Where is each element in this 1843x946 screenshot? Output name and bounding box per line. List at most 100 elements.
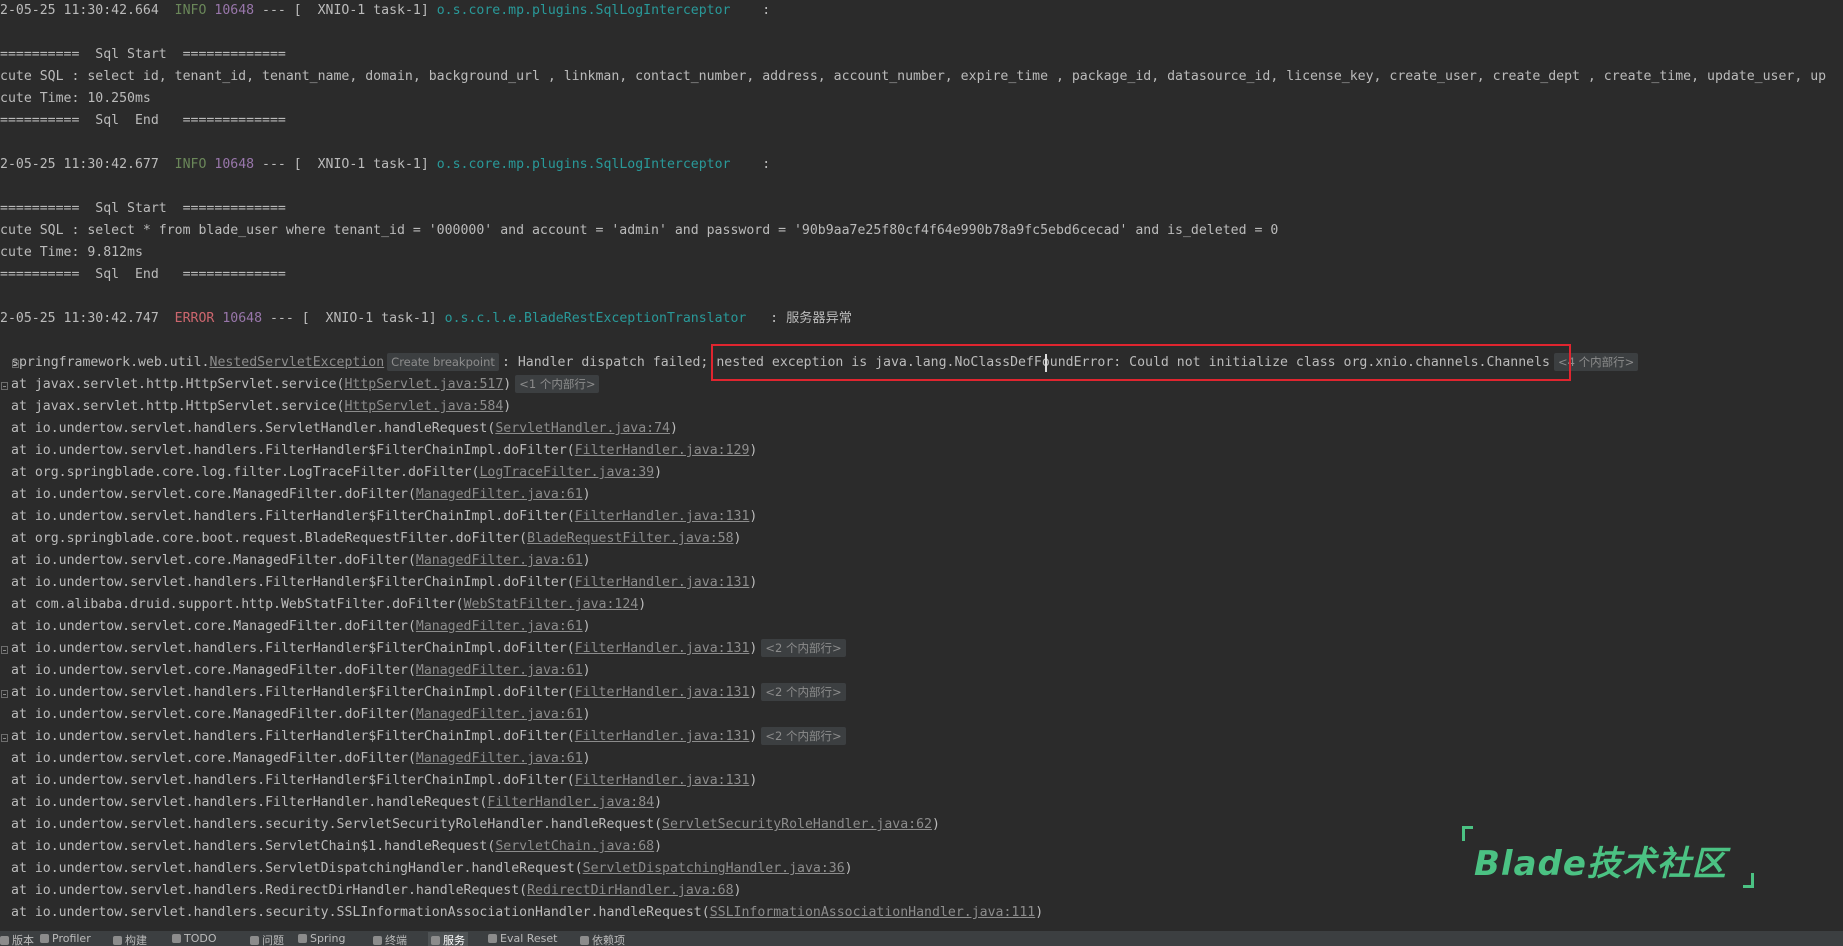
sql-end-line: ========== Sql End ============= bbox=[0, 110, 286, 132]
log-level: INFO bbox=[174, 3, 207, 18]
stack-frame-text: at io.undertow.servlet.handlers.FilterHa… bbox=[11, 443, 575, 458]
internal-lines-badge[interactable]: <2 个内部行> bbox=[761, 683, 846, 701]
source-link[interactable]: ServletDispatchingHandler.java:36 bbox=[583, 861, 845, 876]
stack-frame-text: at io.undertow.servlet.handlers.ServletC… bbox=[11, 839, 496, 854]
stack-frame-text: at io.undertow.servlet.handlers.FilterHa… bbox=[11, 795, 488, 810]
tool-tab-label: Eval Reset bbox=[500, 932, 558, 945]
source-link[interactable]: RedirectDirHandler.java:68 bbox=[527, 883, 733, 898]
source-link[interactable]: ManagedFilter.java:61 bbox=[416, 553, 583, 568]
stack-frame-text: at org.springblade.core.log.filter.LogTr… bbox=[11, 465, 480, 480]
internal-lines-badge[interactable]: <2 个内部行> bbox=[761, 639, 846, 657]
stack-frame-text: at io.undertow.servlet.handlers.FilterHa… bbox=[11, 641, 575, 656]
tool-tab-hammer[interactable]: 构建 bbox=[113, 932, 147, 946]
source-link[interactable]: FilterHandler.java:131 bbox=[575, 773, 750, 788]
tool-tab-leaf[interactable]: Spring bbox=[298, 932, 346, 945]
sql-end-text: ========== Sql End ============= bbox=[0, 113, 286, 128]
text-caret bbox=[1045, 354, 1047, 372]
stack-frame-close: ) bbox=[503, 399, 512, 414]
log-timestamp: 2-05-25 11:30:42.664 bbox=[0, 3, 175, 18]
exception-package: springframework.web.util. bbox=[11, 355, 210, 370]
source-link[interactable]: ManagedFilter.java:61 bbox=[416, 707, 583, 722]
source-link[interactable]: FilterHandler.java:129 bbox=[575, 443, 750, 458]
tool-tab-branch[interactable]: 版本 bbox=[0, 932, 34, 946]
source-link[interactable]: FilterHandler.java:131 bbox=[575, 509, 750, 524]
source-link[interactable]: ManagedFilter.java:61 bbox=[416, 663, 583, 678]
create-breakpoint-tooltip[interactable]: Create breakpoint bbox=[387, 353, 499, 371]
source-link[interactable]: BladeRequestFilter.java:58 bbox=[527, 531, 733, 546]
stack-frame-text: at io.undertow.servlet.handlers.Redirect… bbox=[11, 883, 528, 898]
exception-cause-text: nested exception is java.lang.NoClassDef… bbox=[716, 355, 1550, 370]
stack-frame-close: ) bbox=[582, 663, 591, 678]
stack-frame-text: at io.undertow.servlet.core.ManagedFilte… bbox=[11, 751, 416, 766]
source-link[interactable]: ServletChain.java:68 bbox=[495, 839, 654, 854]
source-link[interactable]: ServletSecurityRoleHandler.java:62 bbox=[662, 817, 932, 832]
stack-frame: at io.undertow.servlet.core.ManagedFilte… bbox=[11, 660, 591, 682]
source-link[interactable]: LogTraceFilter.java:39 bbox=[479, 465, 654, 480]
sql-start-text: ========== Sql Start ============= bbox=[0, 47, 286, 62]
profiler-icon bbox=[40, 934, 49, 943]
source-link[interactable]: FilterHandler.java:84 bbox=[487, 795, 654, 810]
stack-frame-close: ) bbox=[582, 707, 591, 722]
source-link[interactable]: FilterHandler.java:131 bbox=[575, 685, 750, 700]
tool-tab-label: 依赖项 bbox=[592, 934, 625, 946]
internal-lines-badge[interactable]: <1 个内部行> bbox=[515, 375, 600, 393]
log-thread: --- [ XNIO-1 task-1] bbox=[254, 157, 437, 172]
tool-tab-label: 服务 bbox=[443, 934, 465, 946]
tool-tab-reset[interactable]: Eval Reset bbox=[488, 932, 557, 945]
source-link[interactable]: ManagedFilter.java:61 bbox=[416, 751, 583, 766]
source-link[interactable]: HttpServlet.java:584 bbox=[344, 399, 503, 414]
stack-frame: at io.undertow.servlet.handlers.Redirect… bbox=[11, 880, 741, 902]
fold-toggle-icon[interactable] bbox=[12, 360, 19, 368]
fold-toggle-icon[interactable] bbox=[1, 690, 8, 698]
source-link[interactable]: WebStatFilter.java:124 bbox=[464, 597, 639, 612]
log-logger[interactable]: o.s.core.mp.plugins.SqlLogInterceptor bbox=[437, 3, 731, 18]
stack-frame-text: at io.undertow.servlet.core.ManagedFilte… bbox=[11, 487, 416, 502]
stack-frame-text: at io.undertow.servlet.handlers.FilterHa… bbox=[11, 773, 575, 788]
source-link[interactable]: HttpServlet.java:517 bbox=[344, 377, 503, 392]
exception-class-link[interactable]: NestedServletException bbox=[210, 355, 385, 370]
log-header-entry2: 2-05-25 11:30:42.677 INFO 10648 --- [ XN… bbox=[0, 154, 770, 176]
fold-toggle-icon[interactable] bbox=[1, 382, 8, 390]
stack-frame-close: ) bbox=[582, 751, 591, 766]
stack-frame-text: at org.springblade.core.boot.request.Bla… bbox=[11, 531, 528, 546]
stack-frame: at io.undertow.servlet.handlers.security… bbox=[11, 814, 940, 836]
tool-tab-profiler[interactable]: Profiler bbox=[40, 932, 91, 945]
fold-toggle-icon[interactable] bbox=[1, 646, 8, 654]
log-separator: : bbox=[730, 157, 771, 172]
stack-frame: at io.undertow.servlet.handlers.FilterHa… bbox=[11, 770, 757, 792]
watermark-bracket-left bbox=[1462, 826, 1473, 841]
stack-frame-text: at io.undertow.servlet.core.ManagedFilte… bbox=[11, 663, 416, 678]
stack-frame-close: ) bbox=[638, 597, 647, 612]
source-link[interactable]: ManagedFilter.java:61 bbox=[416, 619, 583, 634]
stack-frame-close: ) bbox=[582, 619, 591, 634]
stack-frame-close: ) bbox=[654, 795, 663, 810]
stack-frame-text: at io.undertow.servlet.handlers.FilterHa… bbox=[11, 685, 575, 700]
tool-tab-warning[interactable]: 问题 bbox=[250, 932, 284, 946]
source-link[interactable]: FilterHandler.java:131 bbox=[575, 575, 750, 590]
source-link[interactable]: ManagedFilter.java:61 bbox=[416, 487, 583, 502]
tool-tab-services[interactable]: 服务 bbox=[428, 932, 468, 946]
stack-frame-text: at io.undertow.servlet.handlers.FilterHa… bbox=[11, 575, 575, 590]
tool-tab-dependency[interactable]: 依赖项 bbox=[580, 932, 625, 946]
log-logger[interactable]: o.s.c.l.e.BladeRestExceptionTranslator bbox=[445, 311, 747, 326]
sql-time-text: cute Time: 9.812ms bbox=[0, 245, 143, 260]
log-timestamp: 2-05-25 11:30:42.747 bbox=[0, 311, 175, 326]
stack-frame-close: ) bbox=[749, 729, 758, 744]
stack-frame-close: ) bbox=[749, 443, 758, 458]
warning-icon bbox=[250, 935, 259, 945]
tool-tab-terminal[interactable]: 终端 bbox=[373, 932, 407, 946]
internal-lines-badge[interactable]: <2 个内部行> bbox=[761, 727, 846, 745]
log-logger[interactable]: o.s.core.mp.plugins.SqlLogInterceptor bbox=[437, 157, 731, 172]
tool-tab-label: 终端 bbox=[385, 934, 407, 946]
log-pid: 10648 bbox=[214, 3, 255, 18]
tool-tab-list[interactable]: TODO bbox=[172, 932, 217, 945]
sql-statement-line: cute SQL : select * from blade_user wher… bbox=[0, 220, 1278, 242]
tool-tab-label: Spring bbox=[310, 932, 346, 945]
internal-lines-badge[interactable]: <4 个内部行> bbox=[1553, 353, 1639, 371]
source-link[interactable]: ServletHandler.java:74 bbox=[495, 421, 670, 436]
fold-toggle-icon[interactable] bbox=[1, 734, 8, 742]
source-link[interactable]: FilterHandler.java:131 bbox=[575, 729, 750, 744]
source-link[interactable]: FilterHandler.java:131 bbox=[575, 641, 750, 656]
sql-end-text: ========== Sql End ============= bbox=[0, 267, 286, 282]
source-link[interactable]: SSLInformationAssociationHandler.java:11… bbox=[710, 905, 1036, 920]
